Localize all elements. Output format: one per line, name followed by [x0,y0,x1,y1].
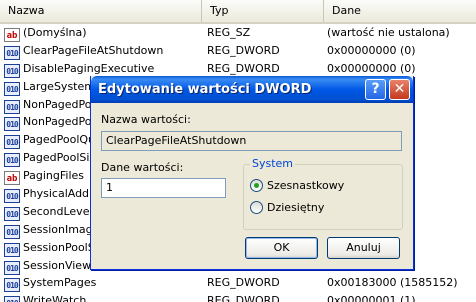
dword-value-icon: 010 [4,63,20,78]
registry-row[interactable]: 010 ClearPageFileAtShutdown REG_DWORD 0x000… [0,42,476,60]
cancel-button[interactable]: Anuluj [327,237,400,259]
registry-row-name-text: WriteWatch [23,294,87,302]
radio-hexadecimal-dot[interactable] [250,179,263,192]
base-group-label: System [250,157,296,170]
radio-hexadecimal[interactable]: Szesnastkowy [250,179,344,192]
registry-row-name: ab (Domyślna) [4,24,202,42]
registry-row-name-text: SessionPoolSi [23,240,98,254]
registry-row-name-text: NonPagedPoo [23,115,99,129]
registry-row-name-text: ClearPageFileAtShutdown [23,43,164,57]
dword-value-icon: 010 [4,189,20,204]
dword-value-icon: 010 [4,153,20,168]
registry-row-type: REG_DWORD [207,276,280,290]
dialog-title-bar[interactable]: Edytowanie wartości DWORD ? ✕ [91,76,413,103]
dword-value-icon: 010 [4,135,20,150]
column-header-data[interactable]: Dane [324,0,476,22]
registry-row-type: REG_DWORD [207,61,280,75]
dword-value-icon: 010 [4,242,20,257]
registry-row-name: 010 SystemPages [4,274,202,293]
dword-value-icon: 010 [4,260,20,275]
registry-row[interactable]: 010WriteWatch REG_DWORD 0x00000001 (1) [0,292,476,302]
column-header: Nazwa Typ Dane [0,0,476,24]
registry-row-data: 0x00000000 (0) [327,61,416,75]
registry-row-type: REG_DWORD [207,294,280,302]
dialog-title: Edytowanie wartości DWORD [98,82,312,97]
column-header-name[interactable]: Nazwa [0,0,202,22]
dword-value-icon: 010 [4,45,20,60]
registry-row-type: REG_DWORD [207,43,280,57]
registry-row[interactable]: 010 DisablePagingExecutive REG_DWORD 0x0000… [0,60,476,78]
dword-value-icon: 010 [4,278,20,293]
radio-hexadecimal-label: Szesnastkowy [267,179,345,192]
dword-value-icon: 010 [4,81,20,96]
registry-row-name-text: NonPagedPoo [23,97,99,111]
value-data-input[interactable]: 1 [101,178,226,198]
string-value-icon: ab [4,28,20,42]
registry-row-name-text: DisablePagingExecutive [23,61,155,75]
close-icon[interactable]: ✕ [389,79,410,100]
string-value-icon: ab [4,171,20,186]
dword-value-icon: 010 [4,224,20,239]
registry-row-data: 0x00000000 (0) [327,43,416,57]
registry-row-name-text: PagingFiles [23,169,85,183]
dword-value-icon: 010 [4,296,20,302]
value-name-field[interactable]: ClearPageFileAtShutdown [101,131,402,151]
registry-row-name-text: SessionImage [23,222,100,236]
registry-row[interactable]: 010 SystemPages REG_DWORD 0x00183000 (15851… [0,274,476,293]
ok-button[interactable]: OK [245,237,318,259]
registry-row-name-text: SystemPages [23,276,97,290]
registry-row[interactable]: ab (Domyślna) REG_SZ (wartość nie ustalona) [0,24,476,42]
registry-row-type: REG_SZ [207,26,251,39]
dword-value-icon: 010 [4,99,20,114]
registry-row-data: 0x00000001 (1) [327,294,416,302]
help-icon[interactable]: ? [365,79,386,100]
column-header-type[interactable]: Typ [202,0,324,22]
value-name-label: Nazwa wartości: [101,113,191,126]
radio-decimal[interactable]: Dziesiętny [250,201,324,214]
registry-row-name-text: (Domyślna) [23,26,87,39]
dword-value-icon: 010 [4,117,20,132]
registry-row-name-text: PhysicalAddre [23,187,101,201]
registry-row-name: 010 ClearPageFileAtShutdown [4,42,202,60]
edit-dword-dialog: Edytowanie wartości DWORD ? ✕ Nazwa wart… [90,76,414,270]
registry-row-name: 010WriteWatch [4,292,202,302]
radio-decimal-label: Dziesiętny [267,201,325,214]
base-group: System Szesnastkowy Dziesiętny [243,157,403,230]
registry-row-data: 0x00183000 (1585152) [327,276,458,290]
value-data-label: Dane wartości: [101,161,184,174]
radio-decimal-dot[interactable] [250,201,263,214]
registry-row-data: (wartość nie ustalona) [327,26,450,39]
dword-value-icon: 010 [4,206,20,221]
